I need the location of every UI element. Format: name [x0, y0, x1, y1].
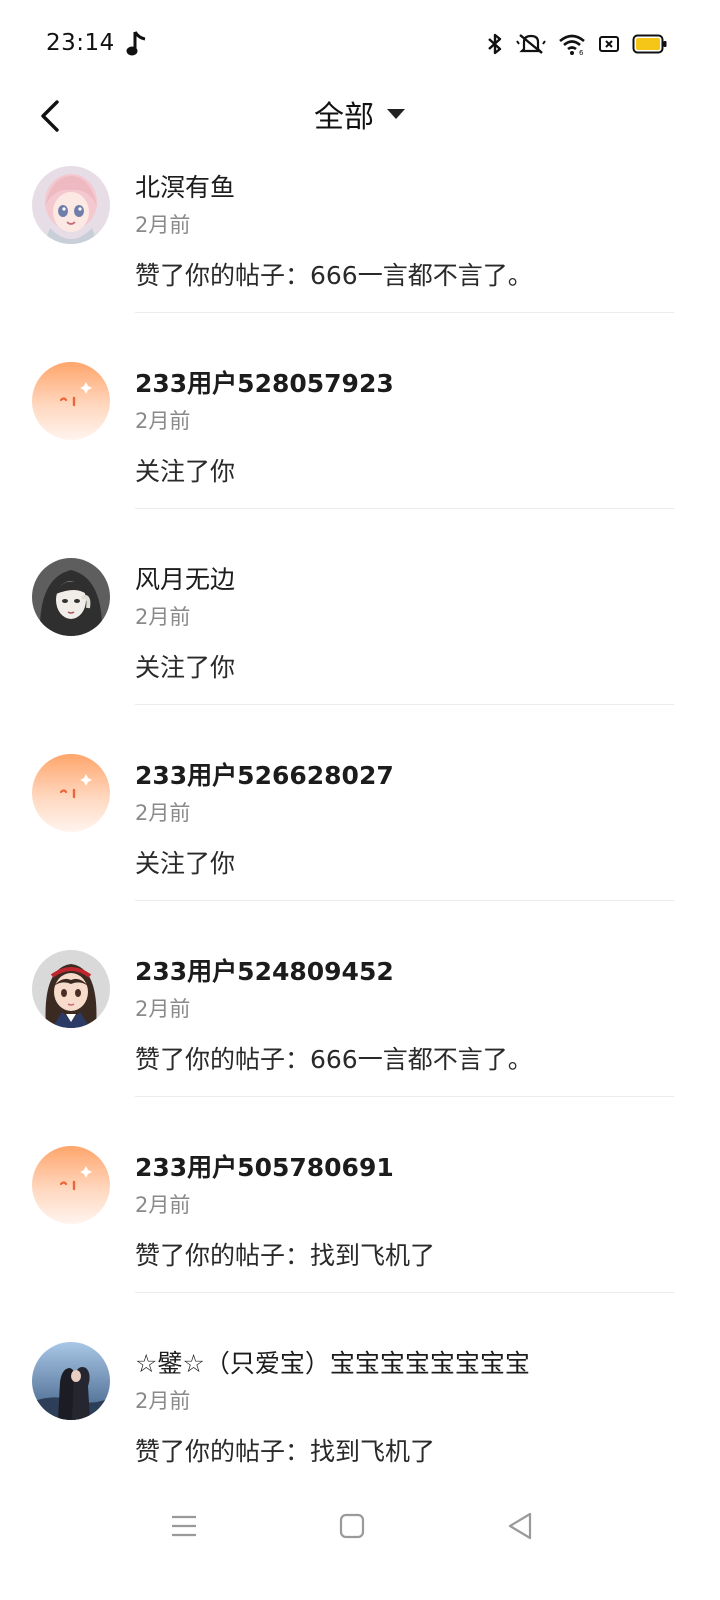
avatar[interactable] — [32, 1342, 110, 1420]
time-text: 2月前 — [135, 213, 191, 237]
user-name[interactable]: 北溟有鱼 — [135, 168, 235, 204]
time-text: 2月前 — [135, 1193, 191, 1217]
wifi-icon: 6 — [559, 34, 585, 56]
bluetooth-icon — [488, 33, 502, 55]
time-text: 2月前 — [135, 409, 191, 433]
chevron-left-icon — [41, 100, 59, 132]
action-text[interactable]: 关注了你 — [135, 844, 235, 880]
home-square-icon — [339, 1513, 365, 1539]
music-note-icon — [126, 31, 146, 56]
avatar[interactable] — [32, 1146, 110, 1224]
divider — [135, 312, 674, 313]
action-text[interactable]: 赞了你的帖子：666一言都不言了。 — [135, 1040, 533, 1076]
avatar[interactable] — [32, 754, 110, 832]
avatar-image — [32, 166, 110, 244]
avatar-image — [32, 1342, 110, 1420]
home-button[interactable] — [334, 1508, 370, 1544]
status-bar: 23:14 6 — [0, 0, 720, 86]
avatar[interactable] — [32, 950, 110, 1028]
status-time: 23:14 — [46, 30, 115, 56]
header: 全部 — [0, 86, 720, 162]
action-text[interactable]: 关注了你 — [135, 452, 235, 488]
action-text[interactable]: 关注了你 — [135, 648, 235, 684]
divider — [135, 1096, 674, 1097]
divider — [135, 1292, 674, 1293]
status-icons: 6 — [486, 30, 668, 58]
user-name[interactable]: 233用户524809452 — [135, 952, 394, 988]
menu-icon — [172, 1515, 196, 1537]
battery-icon — [632, 34, 667, 54]
user-name[interactable]: 233用户505780691 — [135, 1148, 394, 1184]
sim-icon — [599, 36, 619, 52]
list-item[interactable]: 233用户524809452 2月前 赞了你的帖子：666一言都不言了。 — [0, 946, 720, 1142]
list-item[interactable]: 233用户526628027 2月前 关注了你 — [0, 750, 720, 946]
avatar-image — [32, 558, 110, 636]
time-text: 2月前 — [135, 997, 191, 1021]
back-triangle-icon — [508, 1512, 532, 1540]
action-text[interactable]: 赞了你的帖子：找到飞机了 — [135, 1432, 435, 1468]
list-item[interactable]: 风月无边 2月前 关注了你 — [0, 554, 720, 750]
list-item[interactable]: 北溟有鱼 2月前 赞了你的帖子：666一言都不言了。 — [0, 162, 720, 358]
action-text[interactable]: 赞了你的帖子：666一言都不言了。 — [135, 256, 533, 292]
caret-down-icon — [387, 109, 405, 119]
avatar[interactable] — [32, 558, 110, 636]
avatar-image — [32, 950, 110, 1028]
menu-button[interactable] — [166, 1508, 202, 1544]
avatar[interactable] — [32, 166, 110, 244]
back-button[interactable] — [28, 90, 72, 142]
svg-text:6: 6 — [579, 49, 584, 56]
user-name[interactable]: 233用户528057923 — [135, 364, 394, 400]
divider — [135, 900, 674, 901]
filter-dropdown[interactable]: 全部 — [300, 92, 420, 136]
list-item[interactable]: 233用户528057923 2月前 关注了你 — [0, 358, 720, 554]
avatar[interactable] — [32, 362, 110, 440]
system-nav-bar — [0, 1490, 720, 1560]
time-text: 2月前 — [135, 605, 191, 629]
default-avatar-image — [32, 754, 110, 832]
user-name[interactable]: ☆鐾☆（只爱宝）宝宝宝宝宝宝宝宝 — [135, 1344, 530, 1380]
mute-icon — [516, 34, 546, 54]
user-name[interactable]: 233用户526628027 — [135, 756, 394, 792]
list-item[interactable]: 233用户505780691 2月前 赞了你的帖子：找到飞机了 — [0, 1142, 720, 1338]
time-text: 2月前 — [135, 801, 191, 825]
filter-label: 全部 — [314, 100, 374, 135]
user-name[interactable]: 风月无边 — [135, 560, 235, 596]
notification-list: 北溟有鱼 2月前 赞了你的帖子：666一言都不言了。 233用户52805792… — [0, 162, 720, 1534]
default-avatar-image — [32, 362, 110, 440]
back-nav-button[interactable] — [502, 1508, 538, 1544]
divider — [135, 508, 674, 509]
time-text: 2月前 — [135, 1389, 191, 1413]
action-text[interactable]: 赞了你的帖子：找到飞机了 — [135, 1236, 435, 1272]
default-avatar-image — [32, 1146, 110, 1224]
divider — [135, 704, 674, 705]
